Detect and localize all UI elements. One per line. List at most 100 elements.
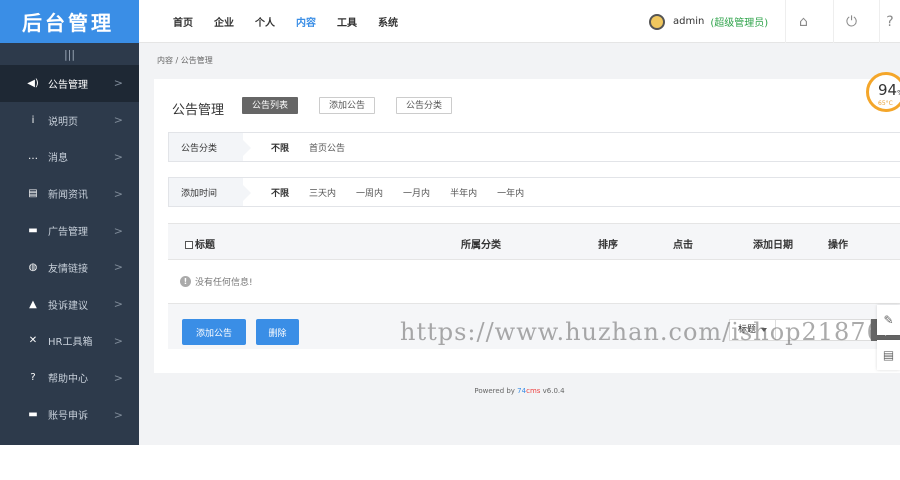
time-filter: 添加时间 不限 三天内 一周内 一月内 半年内 一年内: [168, 177, 900, 207]
user-role: (超级管理员): [710, 18, 769, 29]
sidebar-item-news[interactable]: ▤ 新闻资讯 >: [0, 175, 139, 212]
user-menu[interactable]: admin (超级管理员): [649, 0, 768, 43]
empty-state: ! 没有任何信息!: [180, 275, 253, 288]
announcement-panel: 公告管理 公告列表 添加公告 公告分类 公告分类 不限 首页公告 添加时间 不限…: [154, 79, 900, 373]
power-icon: ⏻: [845, 13, 858, 30]
nav-content[interactable]: 内容: [296, 14, 316, 29]
powered-version: v6.0.4: [540, 387, 565, 395]
sidebar-item-complaints[interactable]: ▲ 投诉建议 >: [0, 286, 139, 323]
clipboard-icon: ▤: [882, 348, 895, 362]
chevron-right-icon: >: [113, 260, 123, 274]
nav-home[interactable]: 首页: [173, 14, 193, 29]
brand-number: 74: [517, 387, 527, 395]
table-actions-bar: 添加公告 删除 标题 ⚲: [168, 303, 900, 349]
sidebar-item-messages[interactable]: … 消息 >: [0, 139, 139, 176]
page-title: 公告管理: [172, 103, 225, 118]
category-filter: 公告分类 不限 首页公告: [168, 132, 900, 162]
edit-tool-button[interactable]: ✎: [877, 305, 900, 335]
add-announcement-button[interactable]: 添加公告: [182, 319, 246, 345]
chevron-right-icon: >: [113, 113, 123, 127]
billboard-icon: ▬: [28, 225, 38, 237]
top-nav: 首页 企业 个人 内容 工具 系统: [173, 0, 419, 43]
filter-label: 公告分类: [169, 133, 251, 161]
info-icon: !: [180, 276, 191, 287]
tab-add-announcement[interactable]: 添加公告: [319, 97, 376, 114]
admin-app: 后台管理 ||| ◀) 公告管理 > i 说明页 > … 消息 > ▤ 新闻资讯…: [0, 0, 900, 480]
sidebar-item-label: 新闻资讯: [48, 190, 88, 202]
top-navbar: 首页 企业 个人 内容 工具 系统 admin (超级管理员) ⌂ ⏻ ?: [139, 0, 900, 43]
chevron-right-icon: >: [113, 408, 123, 422]
sidebar-item-label: 投诉建议: [48, 300, 88, 312]
gauge-value: 94: [878, 81, 898, 99]
help-button[interactable]: ?: [879, 0, 900, 43]
filter-option-all[interactable]: 不限: [271, 141, 289, 154]
message-icon: ▬: [28, 409, 38, 421]
nav-personal[interactable]: 个人: [255, 14, 275, 29]
chat-icon: …: [28, 151, 38, 163]
column-clicks: 点击: [673, 240, 693, 251]
app-logo: 后台管理: [0, 0, 139, 43]
sidebar-item-label: 消息: [48, 153, 68, 165]
select-all-checkbox[interactable]: [185, 241, 193, 249]
avatar: [649, 13, 665, 30]
logout-button[interactable]: ⏻: [833, 0, 869, 43]
filter-label: 添加时间: [169, 178, 251, 206]
sidebar-item-appeals[interactable]: ▬ 账号申诉 >: [0, 396, 139, 433]
search-input[interactable]: [777, 320, 870, 340]
brand-name: cms: [526, 387, 541, 395]
chevron-right-icon: >: [113, 224, 123, 238]
sidebar-item-hr-tools[interactable]: ✕ HR工具箱 >: [0, 323, 139, 360]
sidebar-item-announcements[interactable]: ◀) 公告管理 >: [0, 65, 139, 102]
menu-collapse-icon[interactable]: |||: [0, 43, 139, 65]
gauge-temp: 65°C: [878, 100, 893, 107]
clipboard-tool-button[interactable]: ▤: [877, 340, 900, 370]
filter-option-all[interactable]: 不限: [271, 186, 289, 199]
edit-icon: ✎: [883, 313, 894, 327]
performance-gauge[interactable]: 94% 65°C: [866, 72, 900, 112]
column-sort: 排序: [598, 240, 618, 251]
sidebar: 后台管理 ||| ◀) 公告管理 > i 说明页 > … 消息 > ▤ 新闻资讯…: [0, 0, 139, 445]
filter-option-halfyear[interactable]: 半年内: [450, 186, 477, 199]
powered-brand: 74cms: [517, 387, 540, 395]
chevron-right-icon: >: [113, 297, 123, 311]
sidebar-item-label: 友情链接: [48, 263, 88, 275]
breadcrumb: 内容 / 公告管理: [157, 56, 213, 65]
column-category: 所属分类: [461, 240, 501, 251]
nav-tools[interactable]: 工具: [337, 14, 357, 29]
sidebar-item-help[interactable]: ? 帮助中心 >: [0, 359, 139, 396]
home-button[interactable]: ⌂: [785, 0, 821, 43]
filter-option-1week[interactable]: 一周内: [356, 186, 383, 199]
help-icon: ?: [886, 13, 894, 30]
info-icon: i: [31, 114, 35, 126]
filter-option-1month[interactable]: 一月内: [403, 186, 430, 199]
chevron-right-icon: >: [113, 371, 123, 385]
tab-announcement-category[interactable]: 公告分类: [396, 97, 453, 114]
tab-announcement-list[interactable]: 公告列表: [242, 97, 299, 114]
empty-message: 没有任何信息!: [195, 278, 253, 288]
footer-powered-by: Powered by 74cms v6.0.4: [139, 387, 900, 395]
nav-company[interactable]: 企业: [214, 14, 234, 29]
search-field-select[interactable]: 标题: [730, 320, 776, 340]
chevron-right-icon: >: [113, 187, 123, 201]
sidebar-item-instructions[interactable]: i 说明页 >: [0, 102, 139, 139]
table-header: 标题 所属分类 排序 点击 添加日期 操作: [168, 223, 900, 260]
nav-system[interactable]: 系统: [378, 14, 398, 29]
filter-option-home[interactable]: 首页公告: [309, 141, 345, 154]
help-icon: ?: [30, 372, 36, 384]
tools-icon: ✕: [28, 335, 38, 347]
sidebar-item-links[interactable]: ◍ 友情链接 >: [0, 249, 139, 286]
sidebar-item-label: 帮助中心: [48, 374, 88, 386]
newspaper-icon: ▤: [28, 188, 38, 200]
delete-button[interactable]: 删除: [256, 319, 299, 345]
user-name: admin: [673, 16, 705, 27]
main-content: 内容 / 公告管理 公告管理 公告列表 添加公告 公告分类 公告分类 不限 首页…: [139, 43, 900, 445]
filter-option-3days[interactable]: 三天内: [309, 186, 336, 199]
chevron-right-icon: >: [113, 334, 123, 348]
sidebar-item-label: HR工具箱: [48, 337, 93, 349]
globe-icon: ◍: [28, 261, 38, 273]
sidebar-item-ads[interactable]: ▬ 广告管理 >: [0, 212, 139, 249]
search-box: 标题: [729, 319, 871, 341]
filter-option-1year[interactable]: 一年内: [497, 186, 524, 199]
column-actions: 操作: [828, 240, 848, 251]
chevron-right-icon: >: [113, 150, 123, 164]
